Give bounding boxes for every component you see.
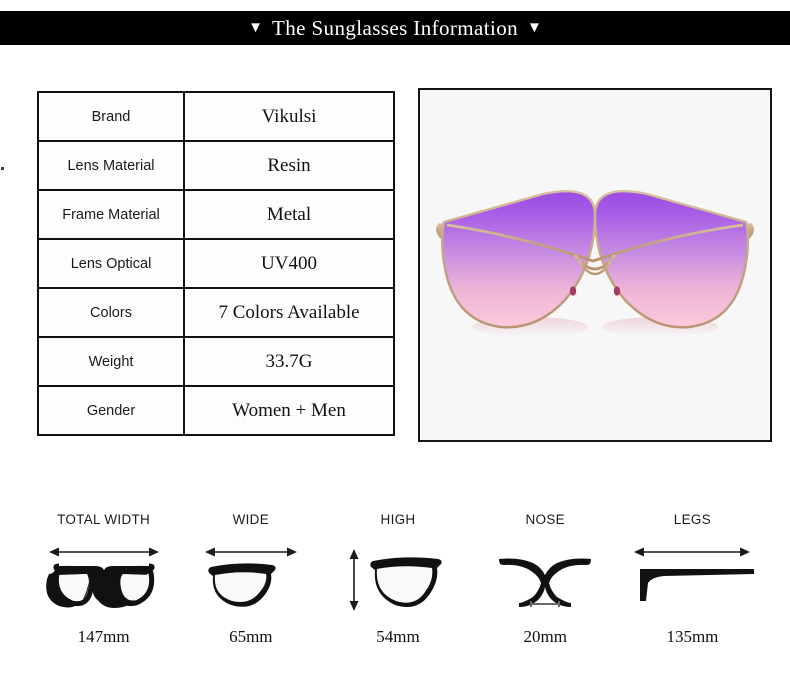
nose-bridge-icon	[493, 541, 597, 615]
measurement-high: HIGH 54mm	[324, 512, 471, 647]
measurement-value: 54mm	[376, 627, 420, 646]
measurement-legs: LEGS 135mm	[619, 512, 766, 647]
triangle-down-icon-right: ▼	[527, 18, 542, 36]
measurement-label: WIDE	[232, 512, 270, 527]
measurement-label: TOTAL WIDTH	[57, 512, 151, 527]
table-row: Frame Material Metal	[37, 189, 395, 240]
measurement-value: 20mm	[523, 627, 567, 646]
spec-value: Women + Men	[183, 385, 395, 436]
table-row: Weight 33.7G	[37, 336, 395, 387]
spec-label: Lens Optical	[37, 238, 185, 289]
table-row: Lens Material Resin	[37, 140, 395, 191]
table-row: Brand Vikulsi	[37, 91, 395, 142]
table-row: Lens Optical UV400	[37, 238, 395, 289]
spec-value: UV400	[183, 238, 395, 289]
page-title: The Sunglasses Information	[271, 15, 519, 40]
scan-artifact-dot	[1, 167, 4, 170]
spec-value: 7 Colors Available	[183, 287, 395, 338]
spec-value: Resin	[183, 140, 395, 191]
spec-label: Colors	[37, 287, 185, 338]
table-row: Gender Women + Men	[37, 385, 395, 436]
spec-label: Gender	[37, 385, 185, 436]
page-header-banner: ▼ The Sunglasses Information ▼	[0, 11, 790, 45]
spec-label: Lens Material	[37, 140, 185, 191]
measurement-value: 135mm	[666, 627, 719, 646]
spec-label: Weight	[37, 336, 185, 387]
spec-value: Vikulsi	[183, 91, 395, 142]
product-photo-image	[420, 90, 770, 440]
measurements-row: TOTAL WIDTH 147mm WIDE 65mm HIGH 54mm NO…	[30, 512, 766, 647]
measurement-wide: WIDE 65mm	[177, 512, 324, 647]
full-frame-width-icon	[45, 541, 163, 615]
measurement-total-width: TOTAL WIDTH 147mm	[30, 512, 177, 647]
cat-eye-sunglasses-illustration	[436, 190, 754, 337]
measurement-value: 65mm	[229, 627, 273, 646]
measurement-label: NOSE	[525, 512, 565, 527]
measurement-label: LEGS	[673, 512, 712, 527]
spec-value: Metal	[183, 189, 395, 240]
temple-arm-icon	[630, 541, 755, 615]
spec-value: 33.7G	[183, 336, 395, 387]
measurement-label: HIGH	[380, 512, 416, 527]
measurement-nose: NOSE 20mm	[472, 512, 619, 647]
specification-table: Brand Vikulsi Lens Material Resin Frame …	[37, 91, 395, 436]
spec-table-body: Brand Vikulsi Lens Material Resin Frame …	[37, 91, 395, 436]
table-row: Colors 7 Colors Available	[37, 287, 395, 338]
spec-label: Frame Material	[37, 189, 185, 240]
lens-width-icon	[201, 541, 301, 615]
lens-height-icon	[343, 541, 453, 615]
measurement-value: 147mm	[77, 627, 130, 646]
product-photo-panel	[418, 88, 772, 442]
spec-label: Brand	[37, 91, 185, 142]
triangle-down-icon-left: ▼	[248, 18, 263, 36]
